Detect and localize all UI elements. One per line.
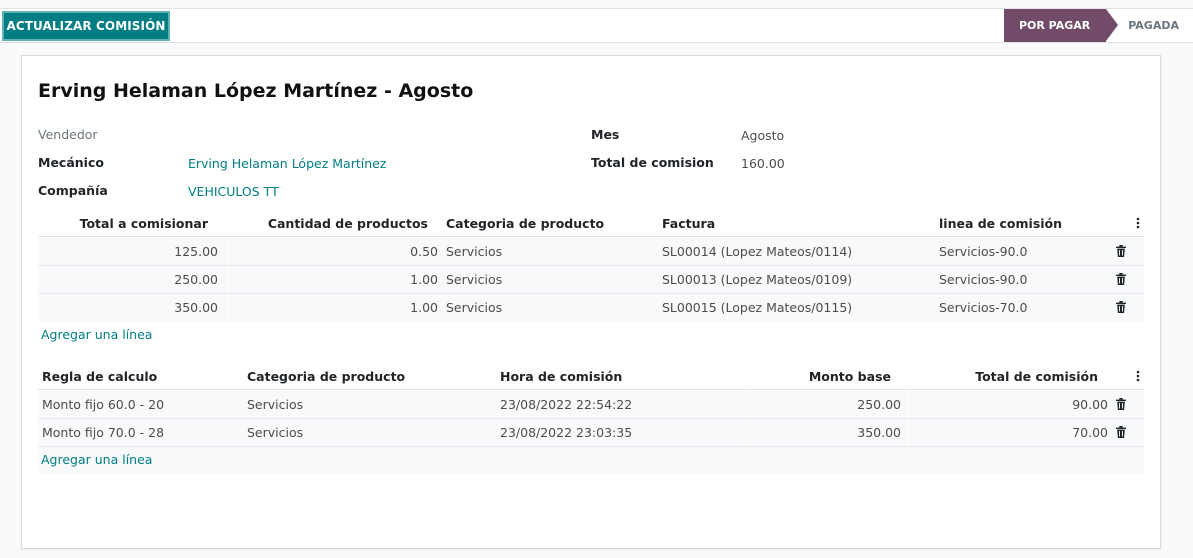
table-row[interactable]: 350.00 1.00 Servicios SL00015 (Lopez Mat… [38, 294, 1144, 322]
col-categoria-producto[interactable]: Categoria de producto [247, 369, 405, 384]
cell-cantidad-productos: 1.00 [410, 300, 438, 315]
col-cantidad-productos[interactable]: Cantidad de productos [268, 216, 428, 231]
table-header: Total a comisionar Cantidad de productos… [38, 209, 1144, 237]
status-por-pagar[interactable]: POR PAGAR [1003, 9, 1119, 42]
table-header: Regla de calculo Categoria de producto H… [38, 362, 1144, 390]
mecanico-label: Mecánico [38, 155, 104, 170]
cell-cantidad-productos: 0.50 [410, 244, 438, 259]
vendedor-label: Vendedor [38, 127, 98, 142]
add-line-link[interactable]: Agregar una línea [41, 327, 152, 342]
trash-icon[interactable] [1116, 398, 1126, 410]
compania-label: Compañía [38, 183, 108, 198]
commission-rules-table: Regla de calculo Categoria de producto H… [38, 362, 1144, 474]
table-row[interactable]: 125.00 0.50 Servicios SL00014 (Lopez Mat… [38, 238, 1144, 266]
cell-total-a-comisionar: 125.00 [174, 244, 218, 259]
control-panel: ACTUALIZAR COMISIÓN POR PAGAR PAGADA [0, 8, 1193, 43]
cell-total-a-comisionar: 350.00 [174, 300, 218, 315]
cell-categoria: Servicios [446, 300, 503, 315]
column-divider [228, 294, 229, 321]
cell-categoria: Servicios [247, 397, 304, 412]
col-regla-calculo[interactable]: Regla de calculo [42, 369, 157, 384]
status-pagada[interactable]: PAGADA [1118, 9, 1193, 42]
trash-icon[interactable] [1116, 245, 1126, 257]
col-total-comision[interactable]: Total de comisión [975, 369, 1098, 384]
total-comision-label: Total de comision [591, 155, 714, 170]
col-categoria-producto[interactable]: Categoria de producto [446, 216, 604, 231]
mecanico-field[interactable]: Erving Helaman López Martínez [188, 156, 386, 171]
col-linea-comision[interactable]: linea de comisión [939, 216, 1062, 231]
add-line-link[interactable]: Agregar una línea [41, 452, 152, 467]
column-divider [907, 391, 908, 418]
col-monto-base[interactable]: Monto base [809, 369, 891, 384]
cell-linea-comision: Servicios-90.0 [939, 272, 1028, 287]
col-total-a-comisionar[interactable]: Total a comisionar [80, 216, 208, 231]
update-commission-button[interactable]: ACTUALIZAR COMISIÓN [2, 11, 170, 41]
cell-regla-calculo: Monto fijo 60.0 - 20 [42, 397, 165, 412]
commission-lines-table: Total a comisionar Cantidad de productos… [38, 209, 1144, 349]
cell-hora-comision: 23/08/2022 23:03:35 [500, 425, 633, 440]
statusbar: POR PAGAR PAGADA [1003, 9, 1193, 42]
col-factura[interactable]: Factura [662, 216, 715, 231]
cell-factura: SL00014 (Lopez Mateos/0114) [662, 244, 853, 259]
cell-linea-comision: Servicios-70.0 [939, 300, 1028, 315]
cell-categoria: Servicios [247, 425, 304, 440]
cell-regla-calculo: Monto fijo 70.0 - 28 [42, 425, 165, 440]
column-divider [228, 266, 229, 293]
mes-label: Mes [591, 127, 620, 142]
column-divider [746, 391, 747, 418]
column-divider [228, 238, 229, 265]
add-line-row [38, 447, 1144, 473]
form-sheet: Erving Helaman López Martínez - Agosto V… [21, 55, 1161, 549]
cell-total-comision: 70.00 [1072, 425, 1108, 440]
cell-factura: SL00013 (Lopez Mateos/0109) [662, 272, 853, 287]
trash-icon[interactable] [1116, 273, 1126, 285]
trash-icon[interactable] [1116, 426, 1126, 438]
column-divider [907, 419, 908, 446]
table-row[interactable]: Monto fijo 70.0 - 28 Servicios 23/08/202… [38, 419, 1144, 447]
cell-linea-comision: Servicios-90.0 [939, 244, 1028, 259]
kebab-menu-icon[interactable] [1136, 217, 1140, 229]
cell-monto-base: 350.00 [857, 425, 901, 440]
cell-total-a-comisionar: 250.00 [174, 272, 218, 287]
table-row[interactable]: Monto fijo 60.0 - 20 Servicios 23/08/202… [38, 391, 1144, 419]
column-divider [746, 419, 747, 446]
table-row[interactable]: 250.00 1.00 Servicios SL00013 (Lopez Mat… [38, 266, 1144, 294]
cell-total-comision: 90.00 [1072, 397, 1108, 412]
mes-field[interactable]: Agosto [741, 128, 784, 143]
cell-factura: SL00015 (Lopez Mateos/0115) [662, 300, 853, 315]
cell-hora-comision: 23/08/2022 22:54:22 [500, 397, 633, 412]
cell-categoria: Servicios [446, 244, 503, 259]
cell-cantidad-productos: 1.00 [410, 272, 438, 287]
trash-icon[interactable] [1116, 301, 1126, 313]
total-comision-field[interactable]: 160.00 [741, 156, 785, 171]
cell-categoria: Servicios [446, 272, 503, 287]
compania-field[interactable]: VEHICULOS TT [188, 184, 279, 199]
record-title: Erving Helaman López Martínez - Agosto [38, 80, 474, 102]
col-hora-comision[interactable]: Hora de comisión [500, 369, 622, 384]
kebab-menu-icon[interactable] [1136, 370, 1140, 382]
cell-monto-base: 250.00 [857, 397, 901, 412]
